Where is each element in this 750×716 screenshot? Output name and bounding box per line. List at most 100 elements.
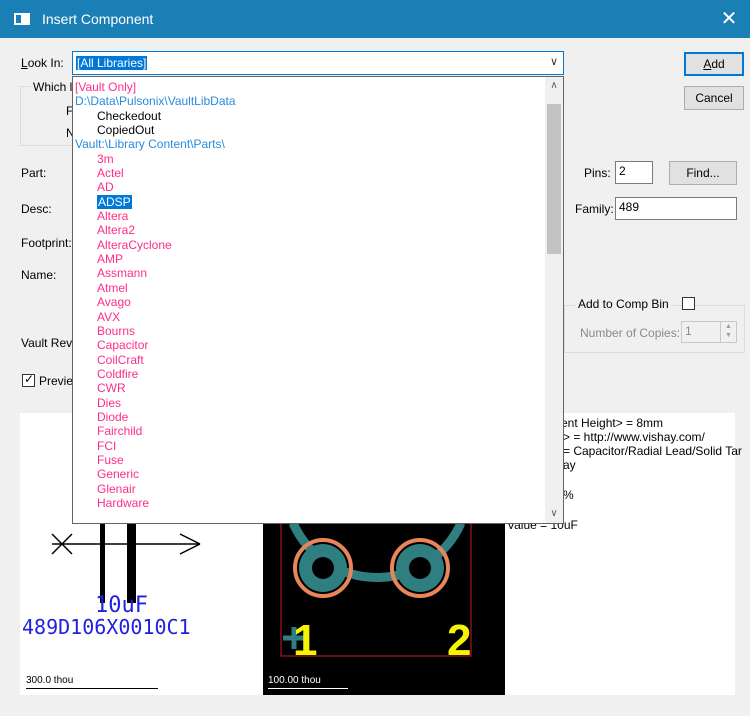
library-list-item[interactable]: Altera [73,209,545,223]
library-list-item[interactable]: CoilCraft [73,353,545,367]
library-list-item[interactable]: 3m [73,152,545,166]
library-list-item-label: Bourns [97,323,136,338]
library-list-item[interactable]: Hardware [73,496,545,510]
library-list-item[interactable]: Avago [73,295,545,309]
library-list-item-label: [Vault Only] [75,80,137,94]
library-list-item[interactable]: D:\Data\Pulsonix\VaultLibData [73,94,545,108]
library-list-item-label: Altera [97,209,129,224]
library-list-item[interactable]: Fairchild [73,424,545,438]
look-in-combo[interactable]: [All Libraries] ∨ [72,51,564,75]
library-list-item-label: 3m [97,151,114,166]
add-to-comp-bin-label: Add to Comp Bin [576,297,671,311]
family-field[interactable]: 489 [615,197,737,220]
find-button[interactable]: Find... [669,161,737,185]
library-list-item-label: AMP [97,252,124,267]
library-list-item[interactable]: AVX [73,310,545,324]
library-list-item-label: AlteraCyclone [97,237,172,252]
library-list-item[interactable]: Vault:\Library Content\Parts\ [73,137,545,151]
preview-label: Previe [39,374,74,388]
add-button[interactable]: Add [684,52,744,76]
add-to-comp-bin-checkbox[interactable] [682,297,695,310]
vault-rev-label: Vault Rev [21,336,73,350]
dropdown-scrollbar[interactable]: ∧ ∨ [545,77,563,523]
look-in-label: Look In: [21,56,64,70]
library-list-item-label: FCI [97,438,117,453]
library-list-item[interactable]: Dies [73,396,545,410]
prop-line-height: ent Height> = 8mm [561,416,664,430]
library-list-item-label: Diode [97,409,129,424]
library-list-item[interactable]: Glenair [73,482,545,496]
library-list-item[interactable]: Bourns [73,324,545,338]
library-list-item-label: Altera2 [97,223,136,238]
library-list-item[interactable]: CWR [73,381,545,395]
library-list-item[interactable]: AD [73,180,545,194]
part-label: Part: [21,166,47,180]
library-list-item-label: Fairchild [97,424,143,439]
prop-line-tolerance: % [563,488,574,502]
app-icon [14,13,30,25]
symbol-scale-bar [26,688,158,689]
which-label: Which l [31,80,75,94]
library-list-item[interactable]: Atmel [73,281,545,295]
library-list-item-label: Fuse [97,452,124,467]
cancel-button[interactable]: Cancel [684,86,744,110]
library-list-item[interactable]: CopiedOut [73,123,545,137]
library-list-items: [Vault Only] D:\Data\Pulsonix\VaultLibDat… [73,80,545,510]
pcb-scale-bar [268,688,348,689]
library-list-item[interactable]: [Vault Only] [73,80,545,94]
library-list-item-label: Glenair [97,481,136,496]
library-list-item-label: D:\Data\Pulsonix\VaultLibData [75,94,236,109]
look-in-value: [All Libraries] [76,56,148,70]
pin-1-label: 1 [293,616,318,665]
pins-label: Pins: [584,166,611,180]
chevron-down-icon[interactable]: ∨ [547,55,561,71]
library-dropdown-list[interactable]: [Vault Only] D:\Data\Pulsonix\VaultLibDat… [72,76,564,524]
library-list-item-label: CWR [97,381,126,396]
scroll-down-icon[interactable]: ∨ [545,505,563,523]
library-list-item[interactable]: Fuse [73,453,545,467]
library-list-item[interactable]: AlteraCyclone [73,238,545,252]
library-list-item-label: Coldfire [97,366,139,381]
title-bar: Insert Component ✕ [0,0,750,38]
library-list-item-label: Capacitor [97,338,149,353]
name-label: Name: [21,268,57,282]
prop-line-manufacturer: ay [563,458,576,472]
library-list-item-label: CopiedOut [97,123,155,138]
family-label: Family: [575,202,614,216]
close-icon[interactable]: ✕ [716,6,742,32]
copies-spinner: ▲ ▼ [720,322,736,342]
library-list-item-label: ADSP [97,194,132,209]
pins-field[interactable]: 2 [615,161,653,184]
prop-line-url: > = http://www.vishay.com/ [563,430,705,444]
library-list-item[interactable]: Actel [73,166,545,180]
library-list-item-label: AD [97,180,114,195]
number-of-copies-label: Number of Copies: [580,326,681,340]
symbol-part-text: 489D106X0010C1 [22,615,191,639]
library-list-item-label: Avago [97,295,131,310]
prop-line-category: = Capacitor/Radial Lead/Solid Tar [563,444,742,458]
pcb-scale-text: 100.00 thou [268,675,321,686]
window-title: Insert Component [42,11,154,27]
library-list-item[interactable]: Assmann [73,266,545,280]
scroll-up-icon[interactable]: ∧ [545,77,563,95]
scrollbar-thumb[interactable] [547,104,561,254]
library-list-item-label: AVX [97,309,121,324]
library-list-item[interactable]: Generic [73,467,545,481]
library-list-item-label: Assmann [97,266,148,281]
footprint-label: Footprint: [21,236,72,250]
library-list-item[interactable]: Checkedout [73,109,545,123]
preview-checkbox[interactable] [22,372,35,387]
library-list-item[interactable]: AMP [73,252,545,266]
library-list-item-label: Dies [97,395,122,410]
library-list-item[interactable]: Capacitor [73,338,545,352]
library-list-item[interactable]: FCI [73,439,545,453]
library-list-item-label: Vault:\Library Content\Parts\ [75,137,225,152]
library-list-item-label: Hardware [97,495,150,510]
library-list-item[interactable]: Diode [73,410,545,424]
desc-label: Desc: [21,202,52,216]
library-list-item[interactable]: ADSP [73,194,545,209]
library-list-item[interactable]: Coldfire [73,367,545,381]
library-list-item-label: Generic [97,467,140,482]
library-list-item-label: Atmel [97,280,128,295]
library-list-item[interactable]: Altera2 [73,223,545,237]
